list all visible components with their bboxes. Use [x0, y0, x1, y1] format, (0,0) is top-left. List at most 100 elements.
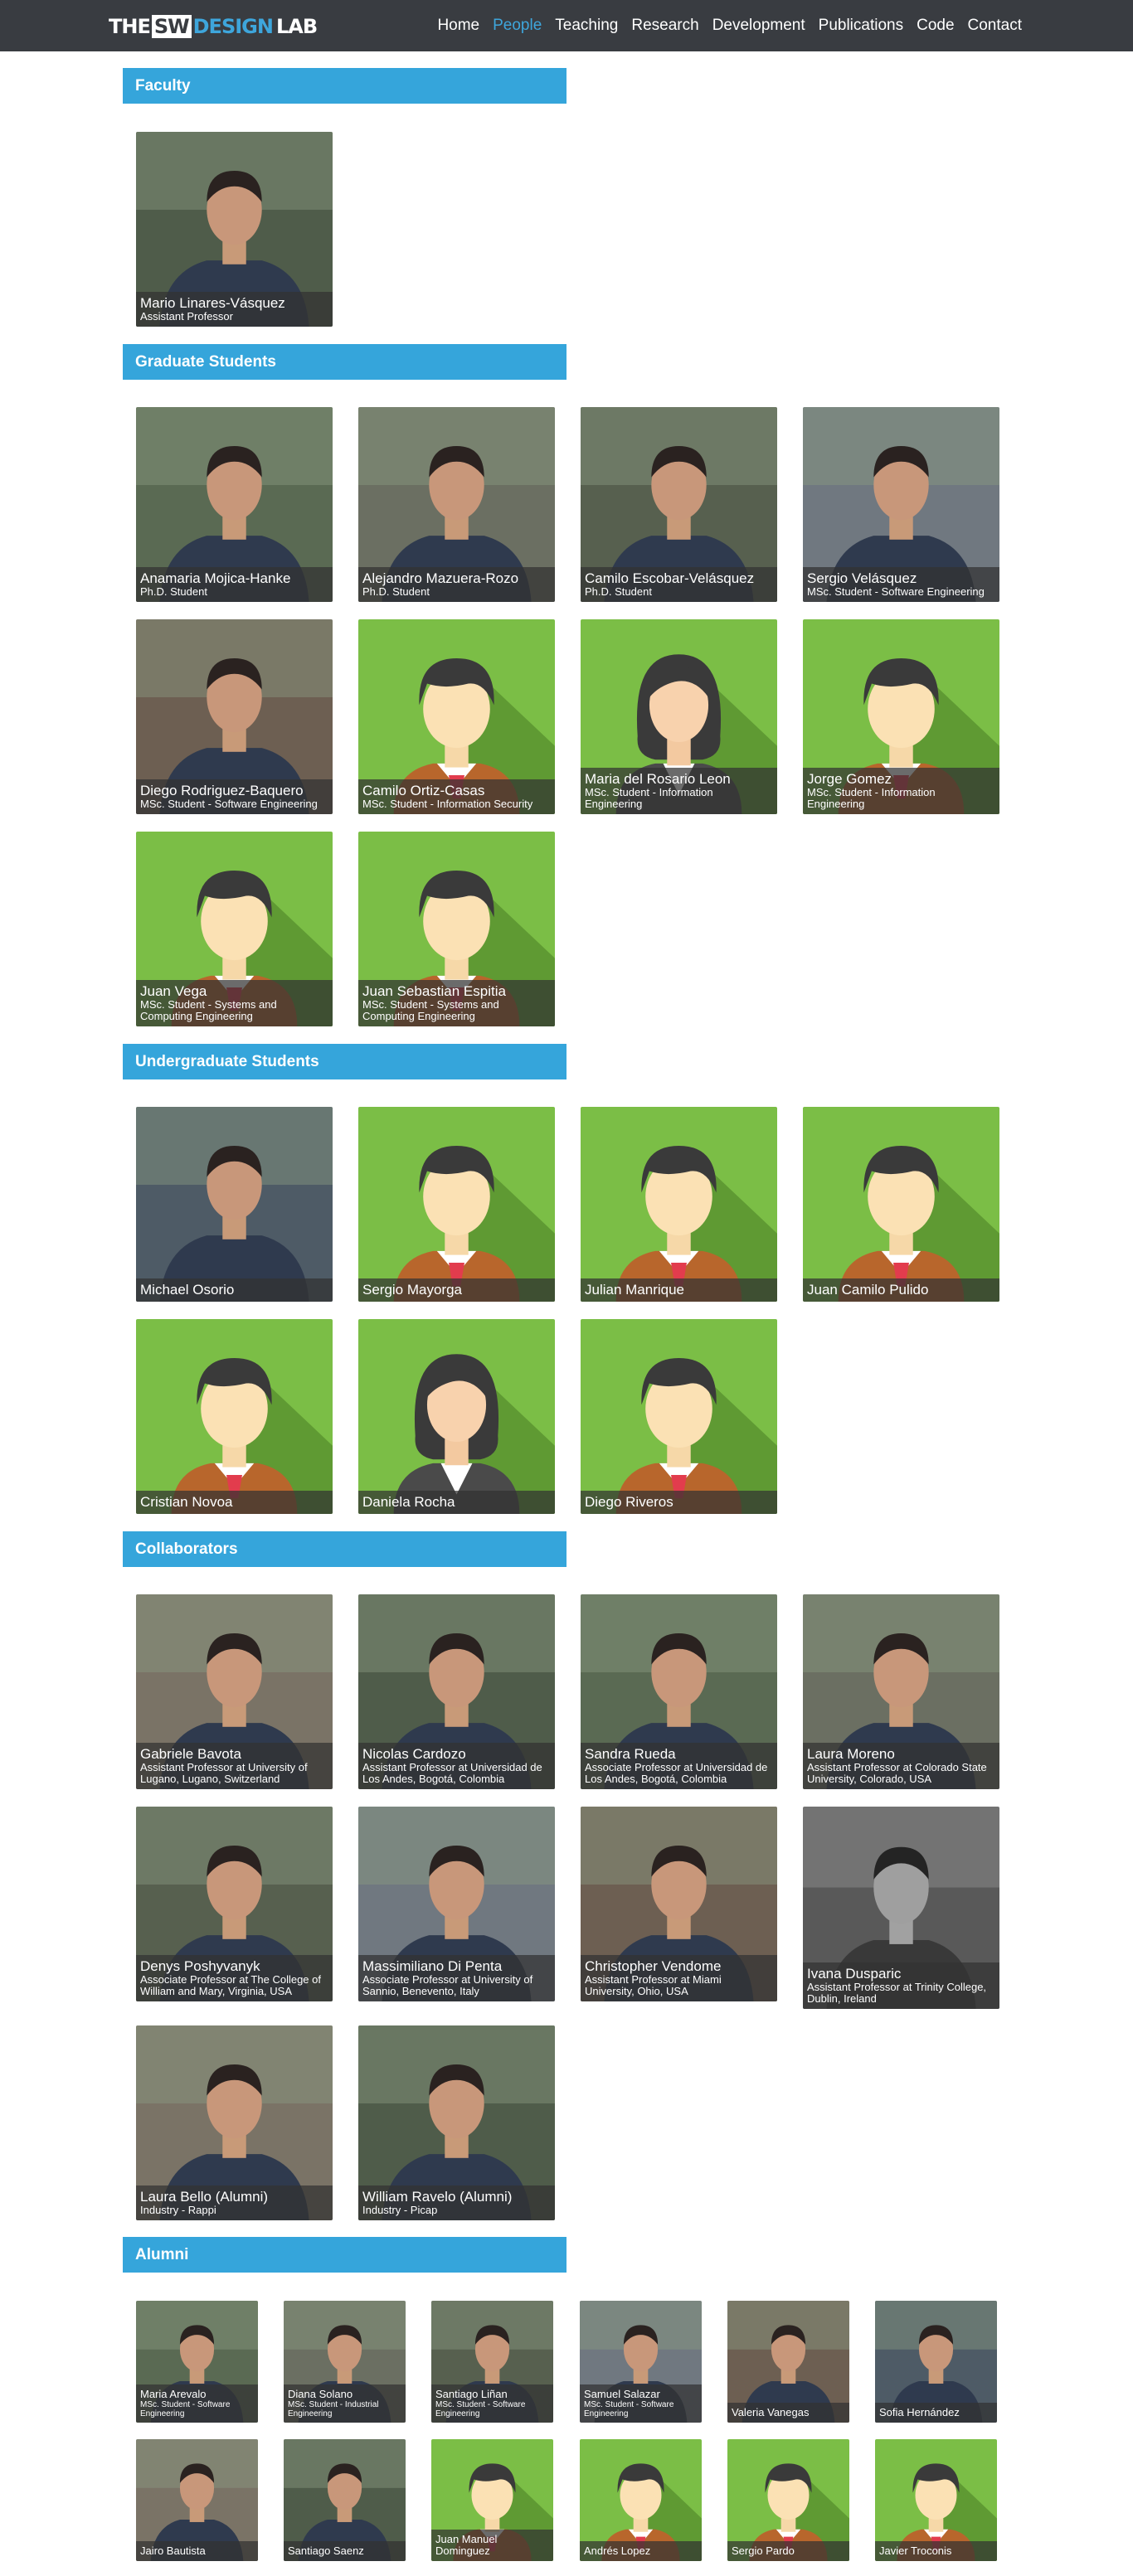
section-alumni-header: Alumni — [123, 2237, 566, 2273]
person-role: Industry - Picap — [362, 2204, 438, 2216]
person-card[interactable]: Sergio Pardo — [727, 2439, 849, 2561]
person-card[interactable]: Sergio Velásquez MSc. Student - Software … — [803, 407, 999, 602]
person-card[interactable]: Juan Sebastian Espitia MSc. Student - Sys… — [358, 832, 555, 1026]
person-card[interactable]: Laura Moreno Assistant Professor at Color… — [803, 1594, 999, 1789]
person-card[interactable]: Juan Manuel Dominguez — [431, 2439, 553, 2561]
person-caption: Valeria Vanegas — [727, 2403, 849, 2423]
person-card[interactable]: Samuel Salazar MSc. Student - Software En… — [580, 2301, 702, 2423]
person-card[interactable]: Santiago Liñan MSc. Student - Software En… — [431, 2301, 553, 2423]
nav-code[interactable]: Code — [917, 17, 954, 35]
logo-sw: SW — [151, 15, 192, 38]
person-name: Nicolas Cardozo — [362, 1746, 466, 1762]
person-role: MSc. Student - Software Engineering — [807, 585, 985, 598]
person-card[interactable]: Jorge Gomez MSc. Student - Information En… — [803, 619, 999, 814]
male-avatar-icon — [803, 1107, 999, 1302]
person-card[interactable]: Alejandro Mazuera-Rozo Ph.D. Student — [358, 407, 555, 602]
person-name: Camilo Escobar-Velásquez — [585, 570, 755, 586]
person-card[interactable]: Michael Osorio — [136, 1107, 333, 1302]
person-card[interactable]: Julian Manrique — [581, 1107, 777, 1302]
nav-contact[interactable]: Contact — [968, 17, 1022, 35]
person-card[interactable]: Sandra Rueda Associate Professor at Unive… — [581, 1594, 777, 1789]
person-card[interactable]: Cristian Novoa — [136, 1319, 333, 1514]
person-name: Juan Camilo Pulido — [807, 1282, 929, 1298]
female-avatar-icon — [358, 1319, 555, 1514]
person-card[interactable]: Ivana Dusparic Assistant Professor at Tri… — [803, 1807, 999, 2009]
person-card[interactable]: Sofia Hernández — [875, 2301, 997, 2423]
person-card[interactable]: Nicolas Cardozo Assistant Professor at Un… — [358, 1594, 555, 1789]
person-caption: Samuel Salazar MSc. Student - Software En… — [580, 2384, 702, 2423]
person-name: Christopher Vendome — [585, 1958, 722, 1974]
person-card[interactable]: Maria Arevalo MSc. Student - Software Eng… — [136, 2301, 258, 2423]
person-card[interactable]: Denys Poshyvanyk Associate Professor at T… — [136, 1807, 333, 2001]
person-card[interactable]: Mario Linares-Vásquez Assistant Professor — [136, 132, 333, 327]
person-card[interactable]: Gabriele Bavota Assistant Professor at Un… — [136, 1594, 333, 1789]
nav-development[interactable]: Development — [712, 17, 805, 35]
person-card[interactable]: Valeria Vanegas — [727, 2301, 849, 2423]
person-card[interactable]: Jairo Bautista — [136, 2439, 258, 2561]
male-avatar-icon — [136, 1319, 333, 1514]
person-caption: Nicolas Cardozo Assistant Professor at Un… — [358, 1743, 555, 1789]
person-card[interactable]: Daniela Rocha — [358, 1319, 555, 1514]
person-name: Juan Vega — [140, 983, 207, 999]
person-caption: Christopher Vendome Assistant Professor a… — [581, 1955, 777, 2001]
person-card[interactable]: Diana Solano MSc. Student - Industrial En… — [284, 2301, 406, 2423]
person-card[interactable]: Juan Vega MSc. Student - Systems and Comp… — [136, 832, 333, 1026]
nav-home[interactable]: Home — [437, 17, 479, 35]
person-card[interactable]: Andrés Lopez — [580, 2439, 702, 2561]
person-name: Denys Poshyvanyk — [140, 1958, 260, 1974]
person-caption: Diego Rodriguez-Baquero MSc. Student - So… — [136, 779, 333, 814]
person-caption: Juan Sebastian Espitia MSc. Student - Sys… — [358, 980, 555, 1026]
person-name: Samuel Salazar — [584, 2388, 660, 2400]
person-card[interactable]: Javier Troconis — [875, 2439, 997, 2561]
person-role: Associate Professor at Universidad de Lo… — [585, 1761, 768, 1785]
person-name: Javier Troconis — [879, 2544, 952, 2557]
person-name: Ivana Dusparic — [807, 1966, 902, 1982]
lab-logo[interactable]: THE SW DESIGN LAB — [109, 14, 318, 39]
person-caption: Denys Poshyvanyk Associate Professor at T… — [136, 1955, 333, 2001]
person-caption: Sergio Velásquez MSc. Student - Software … — [803, 567, 999, 602]
nav-people[interactable]: People — [493, 17, 542, 35]
person-caption: Diana Solano MSc. Student - Industrial En… — [284, 2384, 406, 2423]
nav-research[interactable]: Research — [631, 17, 698, 35]
person-name: Laura Moreno — [807, 1746, 895, 1762]
person-caption: Sandra Rueda Associate Professor at Unive… — [581, 1743, 777, 1789]
person-name: William Ravelo (Alumni) — [362, 2189, 513, 2205]
person-role: Assistant Professor at Trinity College, … — [807, 1981, 987, 2005]
person-card[interactable]: William Ravelo (Alumni) Industry - Picap — [358, 2025, 555, 2220]
person-name: Diego Riveros — [585, 1494, 673, 1510]
logo-the: THE — [109, 15, 151, 38]
person-card[interactable]: Diego Rodriguez-Baquero MSc. Student - So… — [136, 619, 333, 814]
nav-teaching[interactable]: Teaching — [555, 17, 618, 35]
person-card[interactable]: Massimiliano Di Penta Associate Professor… — [358, 1807, 555, 2001]
person-name: Jairo Bautista — [140, 2544, 206, 2557]
person-caption: Gabriele Bavota Assistant Professor at Un… — [136, 1743, 333, 1789]
person-role: Industry - Rappi — [140, 2204, 216, 2216]
person-card[interactable]: Laura Bello (Alumni) Industry - Rappi — [136, 2025, 333, 2220]
person-card[interactable]: Christopher Vendome Assistant Professor a… — [581, 1807, 777, 2001]
person-caption: Andrés Lopez — [580, 2541, 702, 2561]
male-avatar-icon — [581, 1107, 777, 1302]
person-name: Sergio Velásquez — [807, 570, 917, 586]
person-role: Associate Professor at The College of Wi… — [140, 1973, 321, 1997]
person-name: Juan Sebastian Espitia — [362, 983, 506, 999]
person-caption: Mario Linares-Vásquez Assistant Professor — [136, 292, 333, 327]
person-role: MSc. Student - Systems and Computing Eng… — [362, 998, 499, 1022]
person-role: Ph.D. Student — [585, 585, 652, 598]
person-card[interactable]: Diego Riveros — [581, 1319, 777, 1514]
person-caption: Javier Troconis — [875, 2541, 997, 2561]
person-card[interactable]: Camilo Ortiz-Casas MSc. Student - Informa… — [358, 619, 555, 814]
person-name: Andrés Lopez — [584, 2544, 651, 2557]
person-card[interactable]: Juan Camilo Pulido — [803, 1107, 999, 1302]
person-caption: Alejandro Mazuera-Rozo Ph.D. Student — [358, 567, 555, 602]
person-caption: Sergio Pardo — [727, 2541, 849, 2561]
person-caption: Laura Bello (Alumni) Industry - Rappi — [136, 2185, 333, 2220]
person-role: Assistant Professor at Colorado State Un… — [807, 1761, 987, 1785]
person-card[interactable]: Santiago Saenz — [284, 2439, 406, 2561]
person-caption: Diego Riveros — [581, 1491, 777, 1514]
person-card[interactable]: Anamaria Mojica-Hanke Ph.D. Student — [136, 407, 333, 602]
person-card[interactable]: Camilo Escobar-Velásquez Ph.D. Student — [581, 407, 777, 602]
person-card[interactable]: Maria del Rosario Leon MSc. Student - Inf… — [581, 619, 777, 814]
section-faculty-header: Faculty — [123, 68, 566, 104]
person-card[interactable]: Sergio Mayorga — [358, 1107, 555, 1302]
nav-publications[interactable]: Publications — [819, 17, 903, 35]
